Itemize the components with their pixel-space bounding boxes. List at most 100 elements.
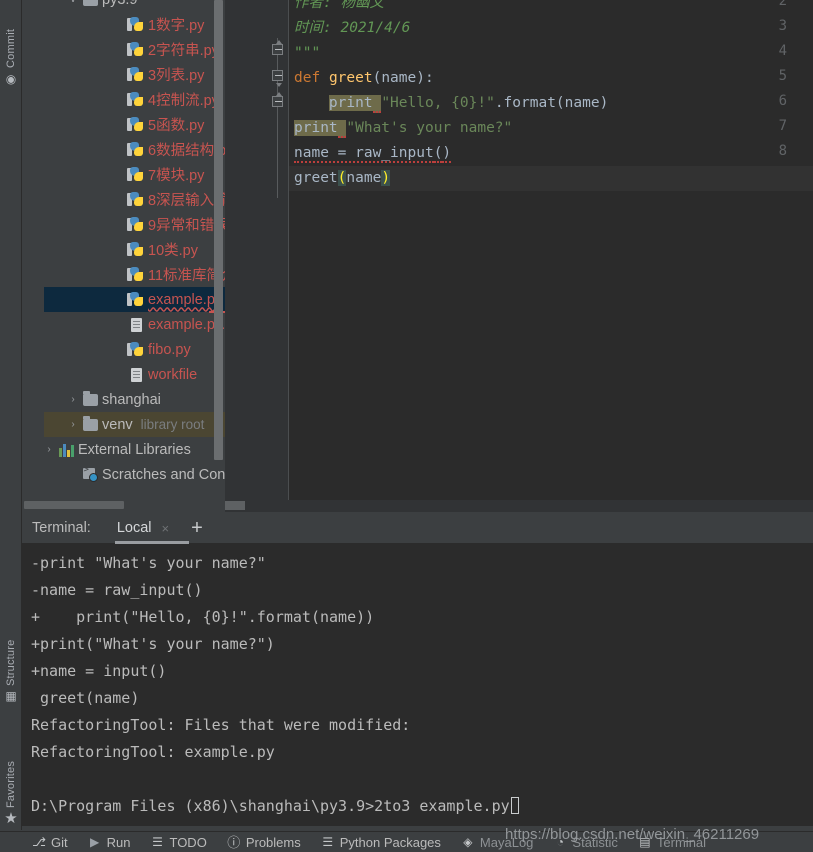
chevron-right-icon[interactable]: › (66, 394, 80, 405)
chevron-right-icon: › (112, 69, 126, 80)
tree-item-file[interactable]: › 7模块.py (44, 162, 225, 187)
chevron-right-icon: › (112, 169, 126, 180)
rail-item-structure[interactable]: Structure ▦ (0, 620, 22, 702)
code-line: def greet(name): (294, 66, 434, 91)
scrollbar-thumb[interactable] (225, 501, 245, 510)
scrollbar-thumb[interactable] (24, 501, 124, 509)
terminal-line: RefactoringTool: example.py (31, 743, 275, 761)
rail-item-commit[interactable]: Commit ◉ (0, 6, 22, 85)
chevron-right-icon: › (112, 344, 126, 355)
code-token-plain: name = raw_input (294, 145, 434, 163)
code-editor[interactable]: 2 3 4 5 6 7 8 9 作者: 杨幽文 时间: 2021/4/6 """… (225, 0, 813, 512)
terminal-line: +name = input() (31, 662, 167, 680)
python-file-icon (126, 267, 146, 282)
add-terminal-icon[interactable]: + (191, 518, 203, 538)
statusbar-item-problems[interactable]: ⓘ Problems (227, 834, 301, 850)
code-line: name = raw_input() (294, 141, 452, 166)
fold-marker[interactable] (272, 40, 285, 57)
tree-item-label: 10类.py (148, 243, 198, 259)
statusbar-item-python-packages[interactable]: ☰ Python Packages (321, 835, 441, 850)
tree-item-file[interactable]: › 4控制流.py (44, 87, 225, 112)
tree-item-file[interactable]: › 5函数.py (44, 112, 225, 137)
terminal-panel[interactable]: Terminal: Local × + -print "What's your … (22, 513, 813, 826)
code-line-current: greet(name) (289, 166, 813, 191)
chevron-right-icon: › (112, 319, 126, 330)
tree-item-label: 2字符串.py (148, 43, 219, 59)
scratches-icon (80, 465, 100, 482)
fold-marker[interactable] (272, 70, 285, 87)
statusbar-item-run[interactable]: ▶ Run (88, 835, 130, 850)
chevron-right-icon: › (112, 269, 126, 280)
tree-item-label: shanghai (102, 391, 161, 408)
code-token-plain: (name): (372, 70, 434, 86)
statusbar-item-label: Problems (245, 834, 301, 850)
rail-item-favorites[interactable]: Favorites ★ (0, 740, 22, 826)
tree-item-file[interactable]: › example.py (44, 287, 225, 312)
tree-item-file[interactable]: ›8深层输入输出.py (44, 187, 225, 212)
tree-item-label: 3列表.py (148, 68, 205, 84)
text-file-icon (126, 317, 146, 332)
tree-item-folder[interactable]: › shanghai (44, 387, 225, 412)
tree-item-file[interactable]: › 3列表.py (44, 62, 225, 87)
project-tree-panel[interactable]: ∨ py3.9 › 1数字.py › 2字符串.py › 3列表.py › 4控制流.py › 5函数… (22, 0, 225, 512)
statusbar-item-label: TODO (169, 834, 207, 850)
tree-item-file[interactable]: › Scratches and Consoles (44, 462, 225, 487)
terminal-tab-bar: Terminal: Local × + (22, 513, 813, 544)
tree-item-file[interactable]: ›example.py.bak (44, 312, 225, 337)
python-file-icon (126, 42, 146, 57)
tree-horizontal-scrollbar[interactable] (22, 500, 225, 510)
terminal-line: + print("Hello, {0}!".format(name)) (31, 608, 375, 626)
tree-item-label: example.py (148, 291, 223, 308)
tree-item-file[interactable]: › 10类.py (44, 237, 225, 262)
tree-item-label: fibo.py (148, 341, 191, 358)
fold-rail-line (277, 38, 278, 198)
chevron-right-icon: › (112, 94, 126, 105)
chevron-right-icon[interactable]: › (42, 444, 56, 455)
statusbar-item-git[interactable]: ⎇ Git (32, 835, 68, 850)
code-line: print "Hello, {0}!".format(name) (294, 91, 608, 116)
folder-icon (80, 390, 100, 406)
terminal-output[interactable]: -print "What's your name?" -name = raw_in… (22, 544, 813, 826)
tree-item-label: External Libraries (78, 441, 191, 458)
editor-horizontal-scrollbar[interactable] (225, 500, 813, 512)
tree-item-folder[interactable]: ∨ py3.9 (44, 0, 225, 12)
tree-item-file[interactable]: › 2字符串.py (44, 37, 225, 62)
tree-item-file[interactable]: ›9异常和错误.py (44, 212, 225, 237)
folder-icon (80, 0, 100, 6)
tree-item-folder[interactable]: › venv library root (44, 412, 225, 437)
chevron-right-icon: › (112, 144, 126, 155)
close-icon[interactable]: × (162, 521, 170, 536)
tree-item-file[interactable]: › fibo.py (44, 337, 225, 362)
tree-item-file[interactable]: ›6数据结构.py (44, 137, 225, 162)
python-file-icon (126, 242, 146, 257)
packages-layers-icon: ☰ (322, 835, 334, 849)
chevron-right-icon: › (66, 469, 80, 480)
terminal-cursor (510, 797, 519, 814)
tree-vertical-scrollbar[interactable] (214, 0, 223, 500)
code-text-area[interactable]: 作者: 杨幽文 时间: 2021/4/6 """ def greet(name)… (289, 0, 813, 512)
tree-item-file[interactable]: › workfile (44, 362, 225, 387)
python-file-icon (126, 117, 146, 132)
tree-item-label: 4控制流.py (148, 93, 219, 109)
tree-item-file[interactable]: › External Libraries (44, 437, 225, 462)
tree-item-label: 5函数.py (148, 118, 205, 134)
terminal-line: -print "What's your name?" (31, 554, 266, 572)
chevron-down-icon[interactable]: ∨ (66, 0, 80, 5)
scrollbar-thumb[interactable] (214, 0, 223, 460)
python-file-icon (126, 92, 146, 107)
star-icon: ★ (4, 810, 18, 827)
code-token-paren: ) (442, 145, 452, 163)
tree-item-label: py3.9 (102, 0, 137, 8)
tree-item-file[interactable]: › 1数字.py (44, 12, 225, 37)
tree-item-file[interactable]: ›11标准库简介.py (44, 262, 225, 287)
fold-marker[interactable] (272, 92, 285, 109)
code-line: print "What's your name?" (294, 116, 512, 141)
python-file-icon (126, 217, 146, 232)
maya-icon: ◈ (463, 835, 473, 849)
chevron-right-icon[interactable]: › (66, 419, 80, 430)
statusbar-item-todo[interactable]: ☰ TODO (150, 834, 207, 850)
terminal-tab-local[interactable]: Local × (113, 513, 189, 544)
chevron-right-icon: › (112, 294, 126, 305)
